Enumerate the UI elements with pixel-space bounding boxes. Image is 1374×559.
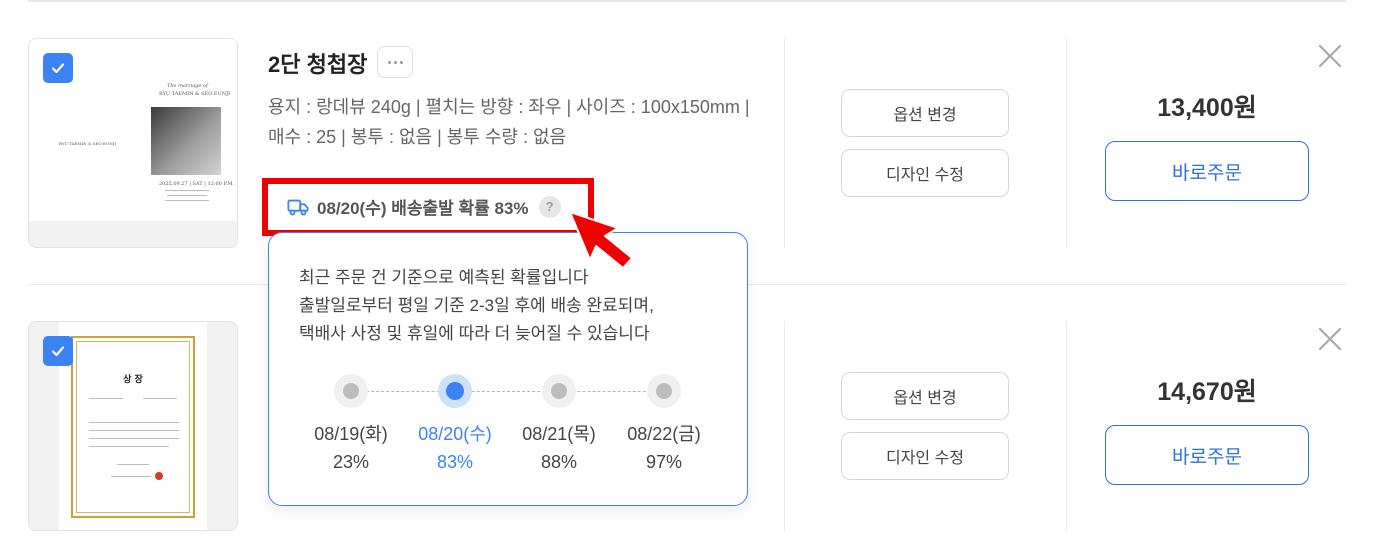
item-price: 13,400원 bbox=[1157, 94, 1257, 122]
order-now-button[interactable]: 바로주문 bbox=[1105, 425, 1309, 485]
close-icon[interactable] bbox=[1317, 326, 1343, 352]
timeline-dot bbox=[647, 374, 681, 408]
shipping-estimate[interactable]: 08/20(수) 배송출발 확률 83% ? bbox=[287, 194, 561, 219]
timeline-dot-active bbox=[438, 374, 472, 408]
more-dots-icon bbox=[387, 60, 391, 64]
certificate-preview: 상 장 bbox=[59, 322, 207, 530]
shipping-probability-tooltip: 최근 주문 건 기준으로 예측된 확률입니다 출발일로부터 평일 기준 2-3일… bbox=[268, 232, 748, 506]
timeline-dot bbox=[334, 374, 368, 408]
order-now-button[interactable]: 바로주문 bbox=[1105, 141, 1309, 201]
timeline-label: 08/21(목) 88% bbox=[522, 424, 596, 472]
product-title: 2단 청첩장 bbox=[268, 52, 368, 77]
couple-photo bbox=[151, 107, 221, 175]
shipping-text: 08/20(수) 배송출발 확률 83% bbox=[317, 199, 529, 218]
option-change-button[interactable]: 옵션 변경 bbox=[841, 372, 1009, 420]
check-icon bbox=[51, 63, 65, 74]
timeline-label: 08/19(화) 23% bbox=[314, 424, 388, 472]
red-arrow-cursor-icon bbox=[569, 211, 633, 269]
design-edit-button[interactable]: 디자인 수정 bbox=[841, 149, 1009, 197]
top-divider bbox=[28, 0, 1346, 2]
design-edit-button[interactable]: 디자인 수정 bbox=[841, 432, 1009, 480]
close-icon[interactable] bbox=[1317, 43, 1343, 69]
timeline-label: 08/22(금) 97% bbox=[627, 424, 701, 472]
item-price: 14,670원 bbox=[1157, 378, 1257, 406]
item-checkbox[interactable] bbox=[43, 53, 73, 83]
timeline-label-active: 08/20(수) 83% bbox=[418, 424, 492, 472]
help-icon[interactable]: ? bbox=[538, 195, 561, 218]
timeline-line bbox=[351, 391, 666, 392]
check-icon bbox=[51, 346, 65, 357]
timeline-dot bbox=[542, 374, 576, 408]
seal bbox=[155, 472, 163, 480]
item-checkbox[interactable] bbox=[43, 336, 73, 366]
more-options-button[interactable] bbox=[377, 46, 413, 78]
option-change-button[interactable]: 옵션 변경 bbox=[841, 89, 1009, 137]
truck-icon bbox=[287, 196, 309, 218]
product-options: 용지 : 랑데뷰 240g | 펼치는 방향 : 좌우 | 사이즈 : 100x… bbox=[268, 97, 750, 147]
